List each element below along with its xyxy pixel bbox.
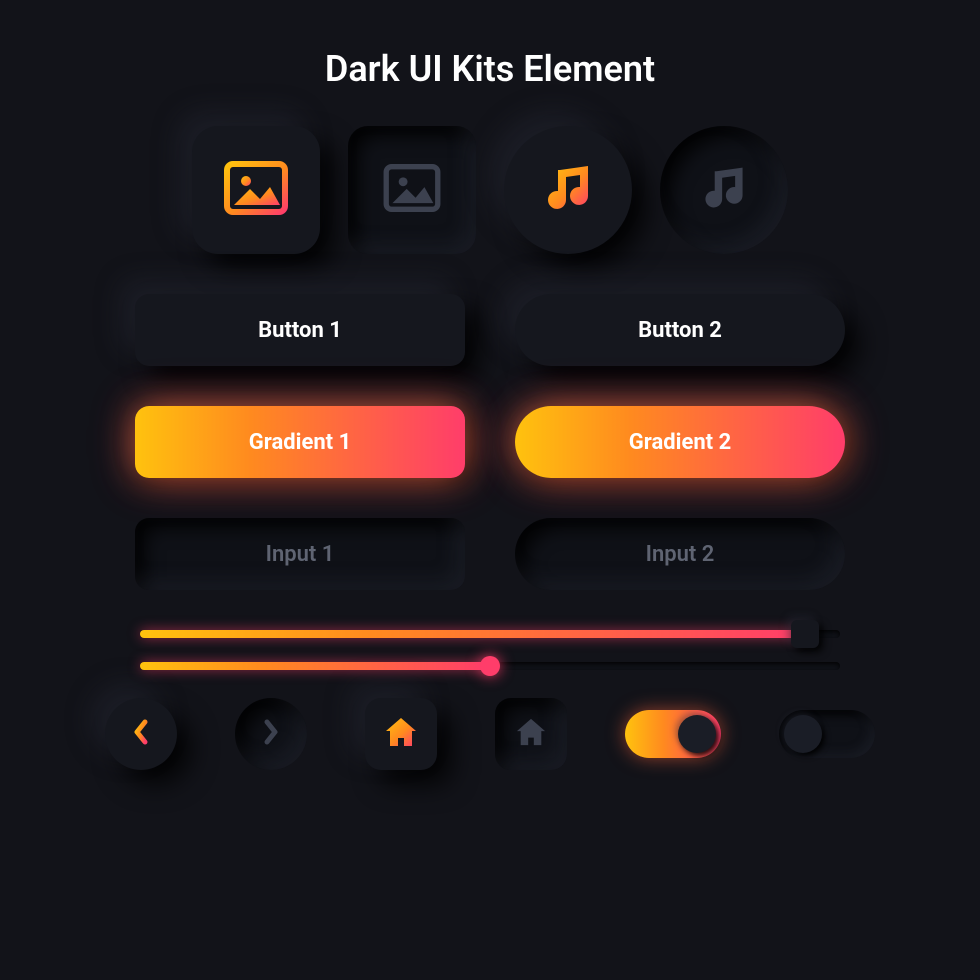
image-tile-inactive[interactable]: [348, 126, 476, 254]
home-icon: [384, 716, 418, 752]
toggle-on[interactable]: [625, 710, 721, 758]
button-label: Button 2: [638, 318, 722, 343]
chevron-left-icon: [131, 718, 151, 750]
home-button-inactive[interactable]: [495, 698, 567, 770]
home-icon: [515, 717, 547, 751]
button-label: Gradient 1: [249, 430, 351, 455]
plain-button-row: Button 1 Button 2: [0, 294, 980, 366]
gradient-button-2[interactable]: Gradient 2: [515, 406, 845, 478]
chevron-right-icon: [261, 718, 281, 750]
toggle-knob: [784, 715, 822, 753]
input-2[interactable]: Input 2: [515, 518, 845, 590]
next-button[interactable]: [235, 698, 307, 770]
input-placeholder: Input 2: [646, 542, 715, 567]
image-tile-active[interactable]: [192, 126, 320, 254]
slider-2[interactable]: [140, 662, 840, 670]
slider-thumb[interactable]: [480, 656, 500, 676]
music-icon: [698, 162, 750, 218]
slider-fill: [140, 662, 490, 670]
button-1[interactable]: Button 1: [135, 294, 465, 366]
page-title: Dark UI Kits Element: [0, 0, 980, 126]
toggle-off[interactable]: [779, 710, 875, 758]
nav-row: [0, 698, 980, 770]
music-tile-active[interactable]: [504, 126, 632, 254]
prev-button[interactable]: [105, 698, 177, 770]
gradient-button-row: Gradient 1 Gradient 2: [0, 406, 980, 478]
slider-fill: [140, 630, 805, 638]
slider-1[interactable]: [140, 630, 840, 638]
input-1[interactable]: Input 1: [135, 518, 465, 590]
input-row: Input 1 Input 2: [0, 518, 980, 590]
image-icon: [383, 164, 441, 216]
button-label: Button 1: [258, 318, 342, 343]
input-placeholder: Input 1: [266, 542, 335, 567]
toggle-knob: [678, 715, 716, 753]
home-button-active[interactable]: [365, 698, 437, 770]
music-tile-inactive[interactable]: [660, 126, 788, 254]
gradient-button-1[interactable]: Gradient 1: [135, 406, 465, 478]
image-icon: [224, 161, 288, 219]
music-icon: [540, 160, 596, 220]
tile-row: [0, 126, 980, 254]
slider-thumb[interactable]: [791, 620, 819, 648]
button-2[interactable]: Button 2: [515, 294, 845, 366]
button-label: Gradient 2: [629, 430, 731, 455]
